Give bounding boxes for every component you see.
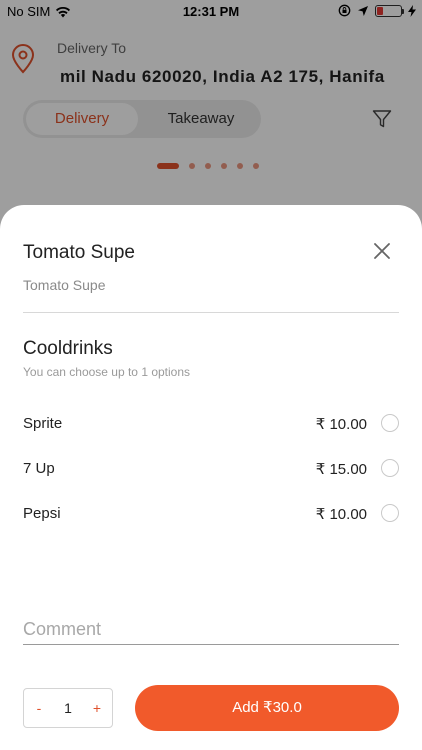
item-description: Tomato Supe — [23, 277, 106, 293]
option-row-pepsi[interactable]: Pepsi ₹ 10.00 — [23, 499, 399, 529]
option-price: ₹ 10.00 — [315, 416, 367, 433]
add-to-cart-button[interactable]: Add ₹30.0 — [135, 685, 399, 731]
option-name: Sprite — [23, 415, 63, 432]
comment-input[interactable] — [23, 615, 399, 645]
divider — [23, 312, 399, 313]
quantity-value: 1 — [64, 700, 72, 716]
option-row-sprite[interactable]: Sprite ₹ 10.00 — [23, 409, 399, 439]
option-radio[interactable] — [381, 459, 399, 477]
option-row-7up[interactable]: 7 Up ₹ 15.00 — [23, 454, 399, 484]
option-group-title: Cooldrinks — [23, 338, 113, 359]
option-name: Pepsi — [23, 505, 61, 522]
close-icon[interactable] — [372, 241, 392, 261]
option-group-hint: You can choose up to 1 options — [23, 365, 191, 379]
option-radio[interactable] — [381, 414, 399, 432]
item-options-sheet: Tomato Supe Tomato Supe Cooldrinks You c… — [0, 205, 422, 750]
option-name: 7 Up — [23, 460, 55, 477]
quantity-stepper: - 1 + — [23, 688, 113, 728]
option-price: ₹ 10.00 — [315, 506, 367, 523]
increase-quantity-button[interactable]: + — [84, 689, 110, 727]
option-radio[interactable] — [381, 504, 399, 522]
item-title: Tomato Supe — [23, 242, 135, 263]
decrease-quantity-button[interactable]: - — [26, 689, 52, 727]
option-price: ₹ 15.00 — [315, 461, 367, 478]
